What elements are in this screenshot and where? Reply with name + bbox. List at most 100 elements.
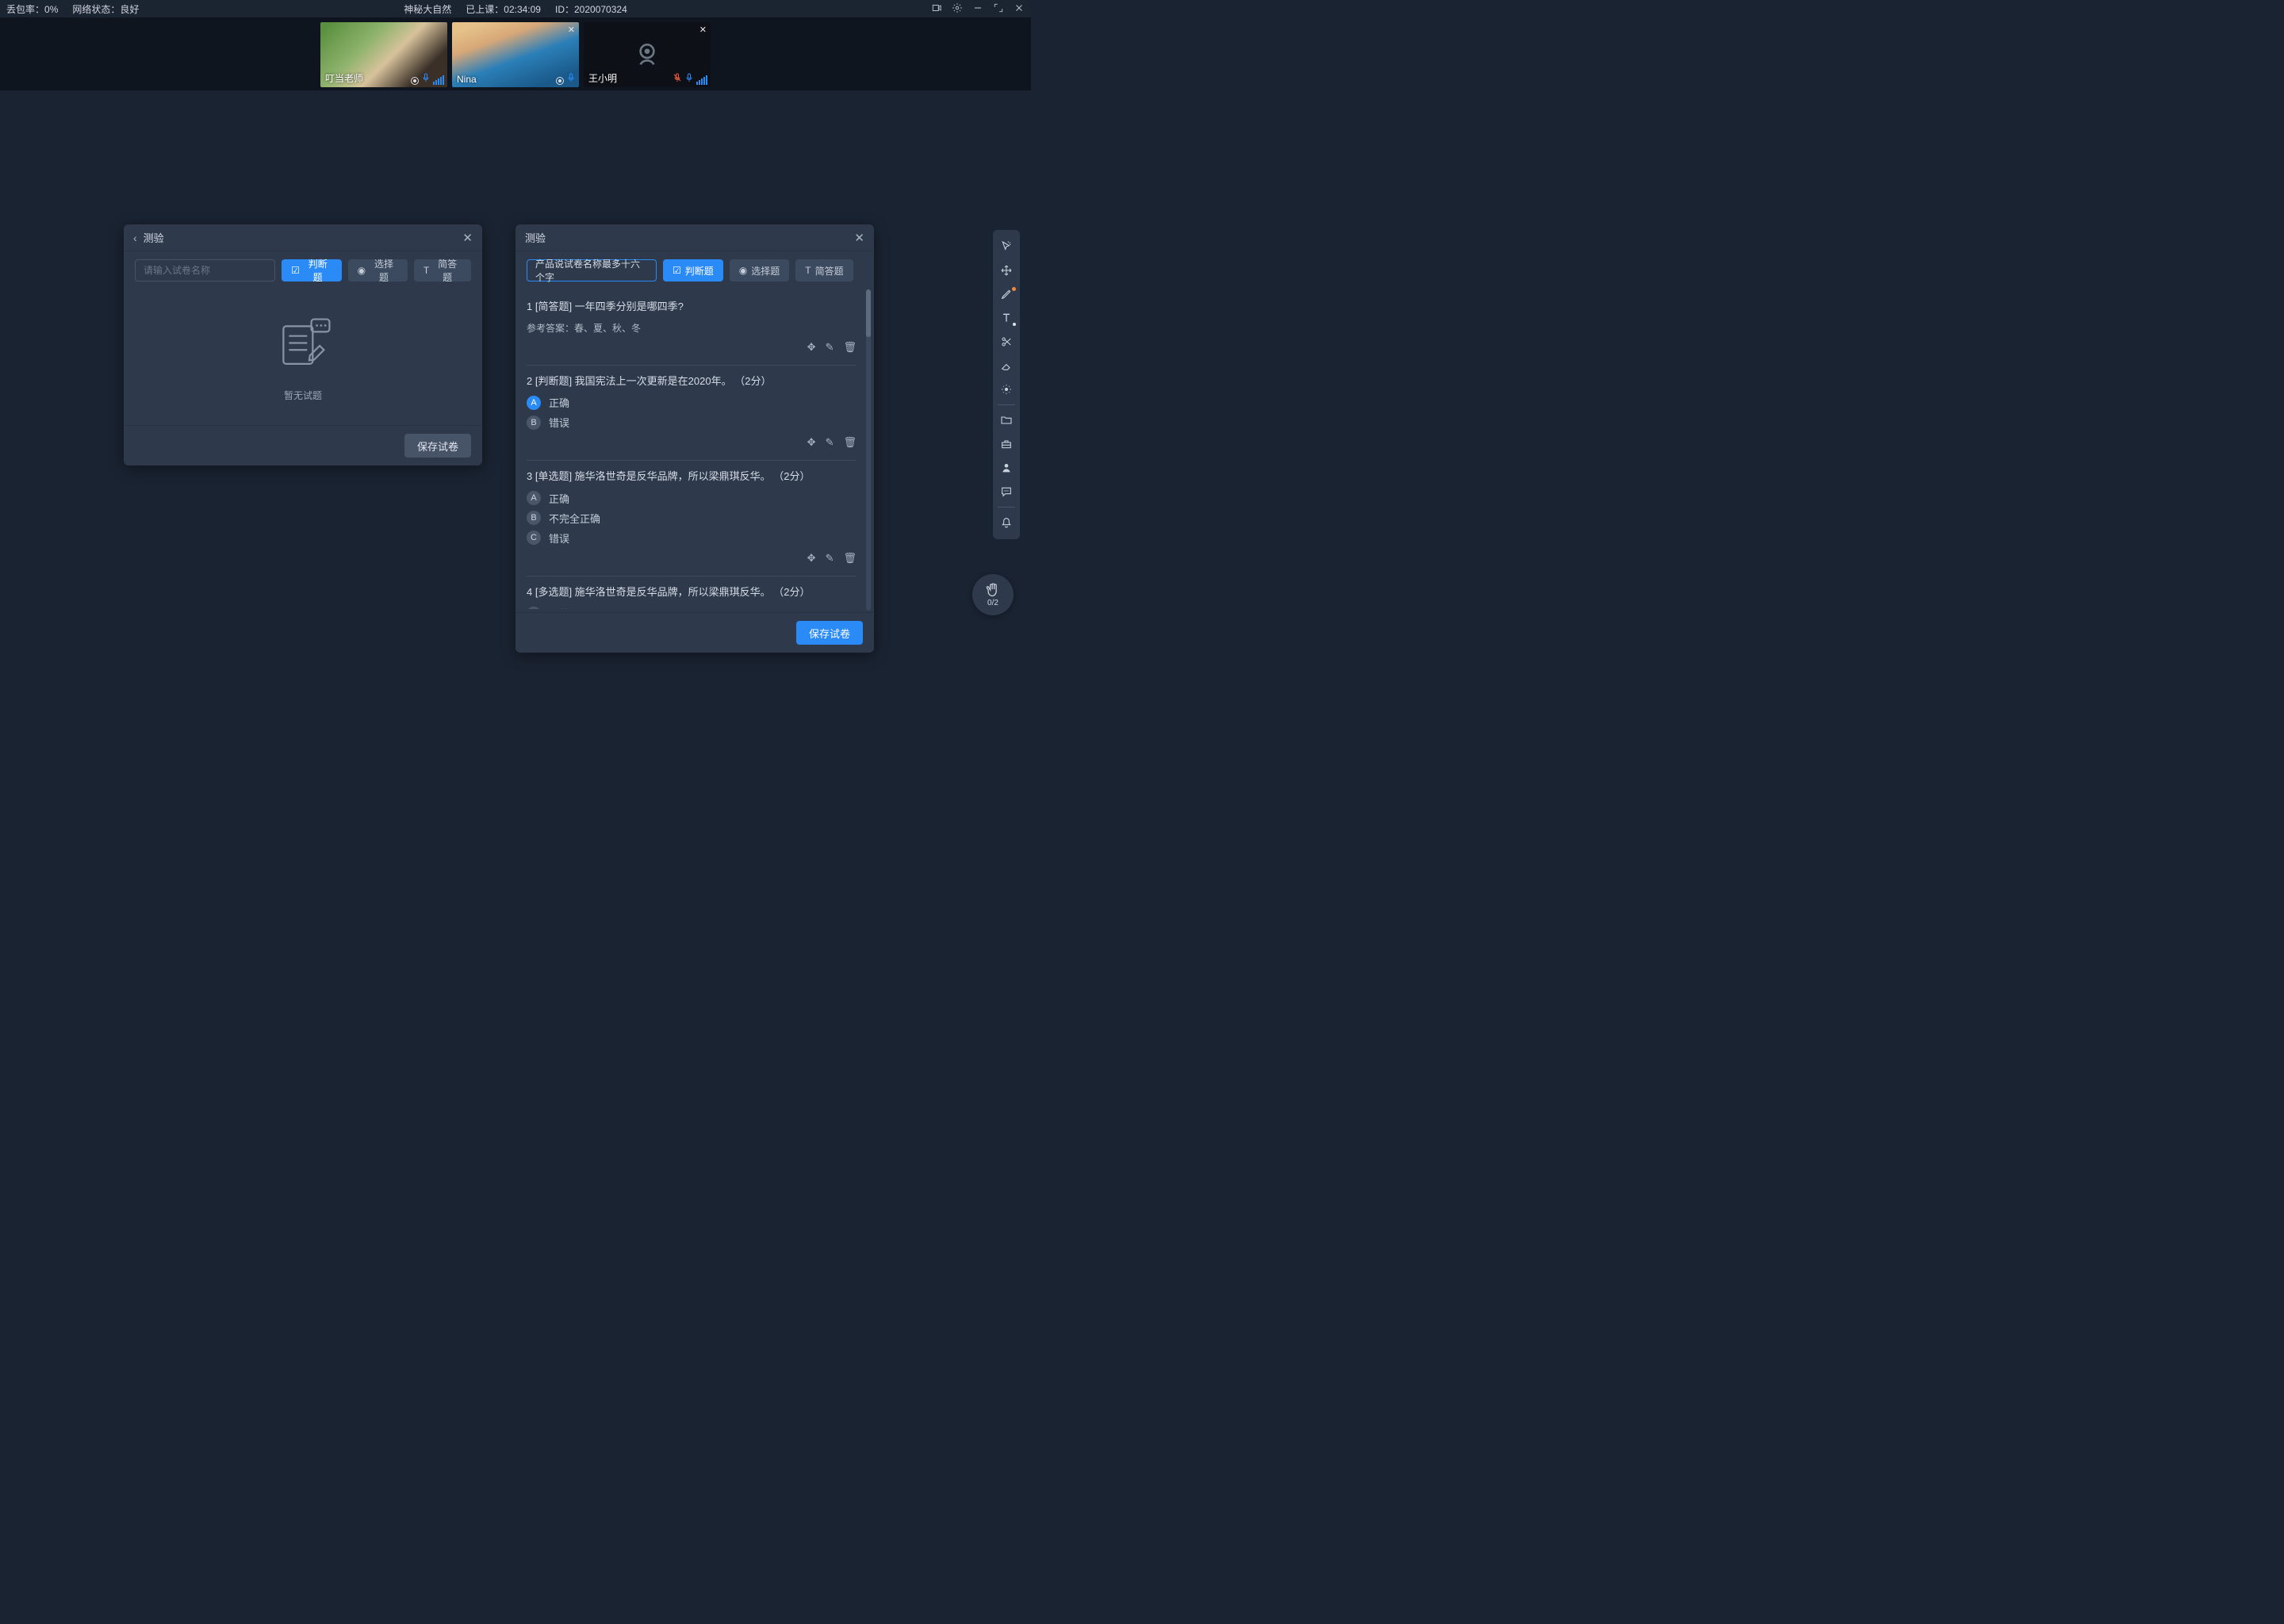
delete-question-icon[interactable]: 🗑 bbox=[843, 552, 856, 565]
chat-icon[interactable] bbox=[993, 480, 1020, 504]
record-indicator-icon bbox=[411, 77, 419, 85]
text-icon: T bbox=[805, 265, 811, 276]
camera-off-icon bbox=[631, 38, 663, 72]
delete-question-icon[interactable]: 🗑 bbox=[843, 436, 856, 449]
question-option[interactable]: A正确 bbox=[527, 491, 856, 506]
video-tile-row: 叮当老师 ✕ Nina ✕ 王小明 bbox=[0, 17, 1031, 90]
move-question-icon[interactable]: ✥ bbox=[807, 436, 816, 449]
course-title: 神秘大自然 bbox=[404, 2, 451, 16]
option-label: 错误 bbox=[549, 415, 569, 430]
toolbox-icon[interactable] bbox=[993, 432, 1020, 456]
participant-name: 王小明 bbox=[588, 71, 617, 85]
pen-tool-icon[interactable] bbox=[993, 282, 1020, 306]
dialog-close-icon[interactable]: ✕ bbox=[854, 231, 864, 245]
scissors-tool-icon[interactable] bbox=[993, 330, 1020, 354]
mic-muted-icon bbox=[673, 73, 682, 85]
add-short-answer-button[interactable]: T 简答题 bbox=[414, 259, 471, 282]
question-list[interactable]: 1 [简答题] 一年四季分别是哪四季?参考答案：春、夏、秋、冬✥✎🗑2 [判断题… bbox=[527, 291, 871, 609]
delete-question-icon[interactable]: 🗑 bbox=[843, 341, 856, 354]
question-item: 2 [判断题] 我国宪法上一次更新是在2020年。 （2分） A 正确 B 错误 ✥ ✎ 🗑 bbox=[527, 366, 856, 462]
option-bullet: B bbox=[527, 416, 541, 430]
scrollbar-thumb[interactable] bbox=[866, 289, 871, 337]
add-choice-button[interactable]: ◉ 选择题 bbox=[730, 259, 790, 282]
empty-paper-icon bbox=[268, 311, 338, 381]
hand-raise-button[interactable]: 0/2 bbox=[972, 574, 1014, 615]
save-quiz-button[interactable]: 保存试卷 bbox=[404, 434, 471, 458]
add-choice-button[interactable]: ◉ 选择题 bbox=[348, 259, 408, 282]
question-option[interactable]: A 正确 bbox=[527, 395, 856, 410]
brightness-tool-icon[interactable] bbox=[993, 377, 1020, 401]
eraser-tool-icon[interactable] bbox=[993, 354, 1020, 377]
option-bullet: C bbox=[527, 530, 541, 545]
question-title: 2 [判断题] 我国宪法上一次更新是在2020年。 （2分） bbox=[527, 373, 856, 389]
video-tile[interactable]: ✕ 王小明 bbox=[584, 22, 711, 87]
mic-icon bbox=[421, 73, 431, 85]
record-indicator-icon bbox=[556, 77, 564, 85]
quiz-dialog-list: 测验 ✕ 产品说试卷名称最多十六个字 ☑ 判断题 ◉ 选择题 T 简答题 1 [… bbox=[515, 224, 874, 653]
move-question-icon[interactable]: ✥ bbox=[807, 341, 816, 354]
participant-name: 叮当老师 bbox=[325, 71, 363, 85]
option-label: 正确 bbox=[549, 395, 569, 410]
quiz-name-input[interactable]: 产品说试卷名称最多十六个字 bbox=[527, 259, 657, 282]
close-icon[interactable] bbox=[1014, 2, 1025, 16]
video-tile[interactable]: ✕ Nina bbox=[452, 22, 579, 87]
cursor-tool-icon[interactable] bbox=[993, 235, 1020, 259]
packet-loss: 丢包率：0% bbox=[6, 2, 58, 16]
settings-icon[interactable] bbox=[952, 2, 963, 16]
minimize-icon[interactable] bbox=[972, 2, 983, 16]
folder-icon[interactable] bbox=[993, 408, 1020, 432]
edit-question-icon[interactable]: ✎ bbox=[826, 436, 834, 449]
option-bullet: A bbox=[527, 607, 541, 610]
quiz-dialog-empty: ‹ 测验 ✕ ☑ 判断题 ◉ 选择题 T 简答题 暂无试题 保存试卷 bbox=[124, 224, 482, 465]
move-tool-icon[interactable] bbox=[993, 259, 1020, 282]
signal-bars-icon bbox=[696, 75, 707, 85]
checkbox-icon: ☑ bbox=[291, 265, 300, 276]
record-icon[interactable] bbox=[931, 2, 942, 16]
empty-state: 暂无试题 bbox=[124, 288, 482, 425]
network-status: 网络状态：良好 bbox=[72, 2, 139, 16]
question-title: 3 [单选题] 施华洛世奇是反华品牌，所以梁鼎琪反华。 （2分） bbox=[527, 469, 856, 485]
dialog-title: 测验 bbox=[144, 230, 164, 245]
option-label: 正确 bbox=[549, 491, 569, 506]
dialog-title: 测验 bbox=[525, 230, 546, 245]
move-question-icon[interactable]: ✥ bbox=[807, 552, 816, 565]
question-title: 4 [多选题] 施华洛世奇是反华品牌，所以梁鼎琪反华。 （2分） bbox=[527, 584, 856, 600]
participant-name: Nina bbox=[457, 74, 477, 85]
signal-bars-icon bbox=[433, 75, 444, 85]
question-title: 1 [简答题] 一年四季分别是哪四季? bbox=[527, 299, 856, 315]
maximize-icon[interactable] bbox=[993, 2, 1004, 16]
empty-text: 暂无试题 bbox=[284, 389, 322, 402]
add-true-false-button[interactable]: ☑ 判断题 bbox=[282, 259, 342, 282]
option-label: 错误 bbox=[549, 530, 569, 546]
participants-icon[interactable] bbox=[993, 456, 1020, 480]
mic-icon bbox=[684, 73, 694, 85]
elapsed-time: 已上课：02:34:09 bbox=[466, 2, 541, 16]
edit-question-icon[interactable]: ✎ bbox=[826, 552, 834, 565]
radio-icon: ◉ bbox=[358, 265, 366, 276]
hand-raise-count: 0/2 bbox=[987, 599, 998, 607]
scrollbar-track[interactable] bbox=[866, 289, 871, 611]
question-option[interactable]: B 错误 bbox=[527, 415, 856, 430]
tile-close-icon[interactable]: ✕ bbox=[568, 25, 575, 35]
question-option[interactable]: B不完全正确 bbox=[527, 511, 856, 526]
dialog-close-icon[interactable]: ✕ bbox=[462, 231, 473, 245]
add-true-false-button[interactable]: ☑ 判断题 bbox=[663, 259, 723, 282]
option-bullet: A bbox=[527, 396, 541, 410]
question-item: 3 [单选题] 施华洛世奇是反华品牌，所以梁鼎琪反华。 （2分） A正确 B不完全正… bbox=[527, 461, 856, 576]
question-option[interactable]: C 错误 bbox=[527, 530, 856, 546]
top-status-bar: 丢包率：0% 网络状态：良好 神秘大自然 已上课：02:34:09 ID：202… bbox=[0, 0, 1031, 17]
back-icon[interactable]: ‹ bbox=[133, 232, 137, 244]
mic-icon bbox=[566, 73, 576, 85]
question-option[interactable]: A是的 bbox=[527, 606, 856, 609]
edit-question-icon[interactable]: ✎ bbox=[826, 341, 834, 354]
question-answer: 参考答案：春、夏、秋、冬 bbox=[527, 321, 856, 335]
tile-close-icon[interactable]: ✕ bbox=[699, 25, 707, 35]
add-short-answer-button[interactable]: T 简答题 bbox=[795, 259, 853, 282]
bell-icon[interactable] bbox=[993, 511, 1020, 534]
save-quiz-button[interactable]: 保存试卷 bbox=[796, 621, 863, 645]
video-tile[interactable]: 叮当老师 bbox=[320, 22, 447, 87]
quiz-name-input[interactable] bbox=[135, 259, 275, 282]
question-item: 4 [多选题] 施华洛世奇是反华品牌，所以梁鼎琪反华。 （2分）A是的B不完全正… bbox=[527, 576, 856, 610]
text-tool-icon[interactable] bbox=[993, 306, 1020, 330]
question-item: 1 [简答题] 一年四季分别是哪四季? 参考答案：春、夏、秋、冬 ✥ ✎ 🗑 bbox=[527, 291, 856, 366]
